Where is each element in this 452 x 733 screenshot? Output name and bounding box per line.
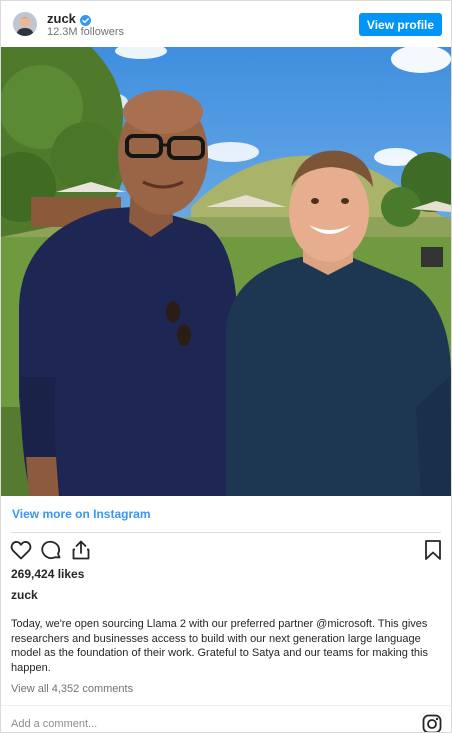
followers-count: 12.3M followers bbox=[47, 26, 125, 38]
caption-text: Today, we're open sourcing Llama 2 with … bbox=[11, 618, 428, 674]
username[interactable]: zuck bbox=[47, 11, 76, 26]
avatar[interactable] bbox=[13, 12, 37, 36]
bookmark-icon[interactable] bbox=[421, 538, 445, 567]
divider bbox=[1, 705, 451, 706]
divider bbox=[11, 532, 441, 533]
comment-icon[interactable] bbox=[39, 538, 63, 567]
post-header: zuck 12.3M followers View profile bbox=[1, 1, 451, 47]
likes-count[interactable]: 269,424 likes bbox=[11, 567, 84, 581]
view-more-link[interactable]: View more on Instagram bbox=[12, 507, 151, 521]
view-comments-link[interactable]: View all 4,352 comments bbox=[11, 683, 133, 695]
view-profile-button[interactable]: View profile bbox=[359, 13, 442, 36]
post-photo[interactable] bbox=[1, 47, 451, 496]
share-icon[interactable] bbox=[69, 538, 93, 567]
verified-icon bbox=[79, 13, 91, 26]
action-bar bbox=[9, 538, 445, 562]
caption-author[interactable]: zuck bbox=[11, 588, 38, 602]
heart-icon[interactable] bbox=[9, 538, 33, 567]
instagram-embed: zuck 12.3M followers View profile View m… bbox=[0, 0, 452, 733]
comment-input[interactable]: Add a comment... bbox=[11, 718, 97, 730]
instagram-icon[interactable] bbox=[422, 714, 442, 732]
username-row: zuck bbox=[47, 11, 91, 26]
